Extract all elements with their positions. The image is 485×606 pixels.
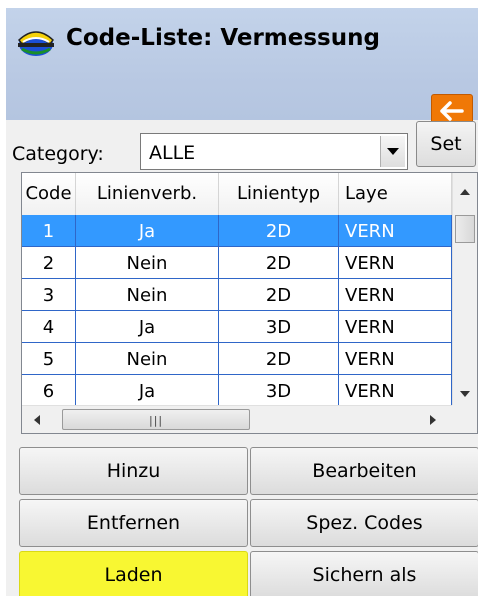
table-cell: 3D bbox=[219, 375, 339, 407]
category-value: ALLE bbox=[149, 142, 196, 164]
table-cell: Ja bbox=[76, 311, 219, 343]
scroll-down-icon[interactable] bbox=[460, 391, 470, 397]
table-cell: VERN bbox=[339, 215, 452, 247]
table-cell: 3 bbox=[22, 279, 76, 311]
table-cell: Nein bbox=[76, 279, 219, 311]
table-cell: VERN bbox=[339, 375, 452, 407]
table-cell: 2D bbox=[219, 247, 339, 279]
outer-margin bbox=[478, 0, 485, 606]
table-cell: VERN bbox=[339, 247, 452, 279]
scroll-right-icon[interactable] bbox=[430, 415, 436, 425]
table-cell: 2D bbox=[219, 343, 339, 375]
table-cell: 3D bbox=[219, 311, 339, 343]
helmet-icon bbox=[17, 31, 55, 56]
table-cell: 4 bbox=[22, 311, 76, 343]
table-header: Code Linienverb. Linientyp Laye bbox=[22, 173, 477, 216]
table-row[interactable]: 4 Ja 3D VERN bbox=[22, 311, 452, 343]
vertical-scroll-thumb[interactable] bbox=[455, 215, 475, 243]
grip-icon: ||| bbox=[149, 414, 164, 427]
table-row[interactable]: 2 Nein 2D VERN bbox=[22, 247, 452, 279]
table-cell: VERN bbox=[339, 343, 452, 375]
table-cell: Ja bbox=[76, 215, 219, 247]
code-table: Code Linienverb. Linientyp Laye 1 Ja 2D … bbox=[21, 172, 478, 434]
table-cell: 6 bbox=[22, 375, 76, 407]
table-row[interactable]: 3 Nein 2D VERN bbox=[22, 279, 452, 311]
category-dropdown[interactable]: ALLE bbox=[140, 133, 408, 170]
arrow-left-icon bbox=[440, 101, 464, 121]
horizontal-scroll-thumb[interactable]: ||| bbox=[62, 409, 250, 430]
scrollbar-corner bbox=[452, 405, 477, 433]
table-cell: VERN bbox=[339, 279, 452, 311]
page-title: Code-Liste: Vermessung bbox=[66, 25, 380, 51]
table-cell: 2 bbox=[22, 247, 76, 279]
chevron-down-icon[interactable] bbox=[380, 136, 405, 167]
outer-margin bbox=[0, 596, 485, 606]
edit-button[interactable]: Bearbeiten bbox=[250, 447, 479, 495]
column-header-linientyp[interactable]: Linientyp bbox=[219, 173, 339, 215]
set-button[interactable]: Set bbox=[416, 121, 476, 167]
save-as-button[interactable]: Sichern als bbox=[250, 551, 479, 599]
table-cell: Ja bbox=[76, 375, 219, 407]
category-label: Category: bbox=[12, 143, 104, 165]
table-cell: VERN bbox=[339, 311, 452, 343]
title-bar: Code-Liste: Vermessung bbox=[6, 8, 478, 128]
outer-margin bbox=[0, 0, 6, 606]
table-cell: 2D bbox=[219, 215, 339, 247]
table-cell: 2D bbox=[219, 279, 339, 311]
table-cell: 5 bbox=[22, 343, 76, 375]
column-header-layer[interactable]: Laye bbox=[339, 173, 452, 215]
add-button[interactable]: Hinzu bbox=[19, 447, 248, 495]
column-header-code[interactable]: Code bbox=[22, 173, 76, 215]
column-header-linienverb[interactable]: Linienverb. bbox=[76, 173, 219, 215]
table-cell: Nein bbox=[76, 343, 219, 375]
table-row[interactable]: 1 Ja 2D VERN bbox=[22, 215, 452, 247]
table-row[interactable]: 5 Nein 2D VERN bbox=[22, 343, 452, 375]
horizontal-scrollbar[interactable]: ||| bbox=[22, 405, 452, 433]
scroll-up-icon[interactable] bbox=[460, 189, 470, 195]
special-codes-button[interactable]: Spez. Codes bbox=[250, 499, 479, 547]
vertical-scrollbar[interactable] bbox=[452, 173, 477, 405]
load-button[interactable]: Laden bbox=[19, 551, 248, 599]
scroll-left-icon[interactable] bbox=[34, 415, 40, 425]
table-cell: 1 bbox=[22, 215, 76, 247]
remove-button[interactable]: Entfernen bbox=[19, 499, 248, 547]
outer-margin bbox=[0, 0, 485, 8]
table-row[interactable]: 6 Ja 3D VERN bbox=[22, 375, 452, 407]
table-cell: Nein bbox=[76, 247, 219, 279]
